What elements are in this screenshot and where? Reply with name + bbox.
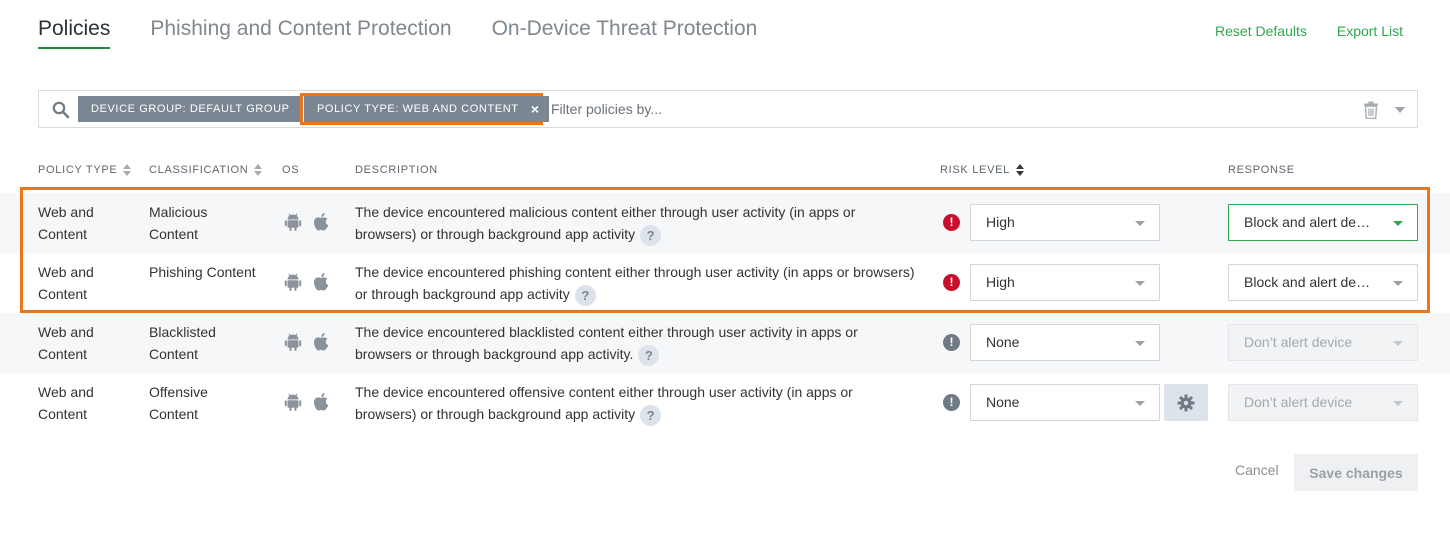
column-header-policy-type[interactable]: POLICY TYPE (38, 164, 132, 176)
policy-type-cell: Web and Content (38, 204, 94, 242)
sort-icon[interactable] (1015, 164, 1025, 176)
column-header-classification[interactable]: CLASSIFICATION (149, 164, 263, 176)
tab-policies[interactable]: Policies (38, 17, 111, 49)
column-header-label: CLASSIFICATION (149, 164, 249, 176)
table-row: Web and Content Phishing Content The dev… (0, 253, 1450, 313)
response-select[interactable]: Block and alert device (1228, 204, 1418, 241)
column-header-risk-level[interactable]: RISK LEVEL (940, 164, 1025, 176)
filter-input[interactable] (551, 96, 1331, 122)
tab-bar: Policies Phishing and Content Protection… (38, 17, 797, 49)
risk-level-value: High (986, 214, 1015, 230)
risk-level-select[interactable]: High (970, 264, 1160, 301)
response-value: Block and alert device (1244, 274, 1381, 290)
response-value: Don’t alert device (1244, 334, 1353, 350)
top-actions: Reset Defaults Export List (1185, 23, 1403, 39)
risk-level-value: High (986, 274, 1015, 290)
description-cell: The device encountered malicious content… (355, 201, 915, 246)
risk-level-select[interactable]: None (970, 324, 1160, 361)
reset-defaults-link[interactable]: Reset Defaults (1215, 23, 1307, 39)
gear-icon (1177, 394, 1195, 412)
table-row: Web and Content Blacklisted Content The … (0, 313, 1450, 373)
column-header-label: POLICY TYPE (38, 164, 118, 176)
column-header-label: RESPONSE (1228, 164, 1295, 176)
apple-icon (314, 273, 329, 291)
help-icon[interactable]: ? (640, 224, 662, 246)
classification-cell: Offensive Content (149, 384, 208, 422)
tab-on-device-threat-protection[interactable]: On-Device Threat Protection (492, 17, 758, 49)
column-header-label: RISK LEVEL (940, 164, 1010, 176)
apple-icon (314, 393, 329, 411)
filter-chip-device-group: DEVICE GROUP: DEFAULT GROUP (78, 96, 303, 122)
os-cell (284, 272, 340, 292)
risk-level-value: None (986, 334, 1020, 350)
tab-phishing-content-protection[interactable]: Phishing and Content Protection (150, 17, 451, 49)
filter-chip-label: POLICY TYPE: WEB AND CONTENT (317, 103, 519, 115)
help-icon[interactable]: ? (640, 404, 662, 426)
column-header-response: RESPONSE (1228, 164, 1295, 176)
filter-chip-policy-type: POLICY TYPE: WEB AND CONTENT × (304, 96, 549, 122)
policy-type-cell: Web and Content (38, 264, 94, 302)
description-text: The device encountered phishing content … (355, 264, 915, 302)
risk-high-icon: ! (943, 214, 960, 231)
chevron-down-icon (1393, 341, 1403, 346)
description-cell: The device encountered blacklisted conte… (355, 321, 915, 366)
risk-level-select[interactable]: High (970, 204, 1160, 241)
apple-icon (314, 333, 329, 351)
chevron-down-icon (1393, 281, 1403, 286)
policy-type-cell: Web and Content (38, 324, 94, 362)
android-icon (284, 213, 302, 231)
risk-level-value: None (986, 394, 1020, 410)
os-cell (284, 212, 340, 232)
os-cell (284, 392, 340, 412)
android-icon (284, 273, 302, 291)
risk-high-icon: ! (943, 274, 960, 291)
chevron-down-icon (1135, 401, 1145, 406)
save-changes-button[interactable]: Save changes (1294, 454, 1418, 491)
android-icon (284, 333, 302, 351)
help-icon[interactable]: ? (638, 344, 660, 366)
chevron-down-icon (1135, 221, 1145, 226)
chevron-down-icon[interactable] (1395, 107, 1405, 113)
classification-cell: Phishing Content (149, 264, 256, 280)
response-value: Don’t alert device (1244, 394, 1353, 410)
cancel-button[interactable]: Cancel (1235, 462, 1279, 478)
description-cell: The device encountered phishing content … (355, 261, 915, 306)
chevron-down-icon (1393, 221, 1403, 226)
classification-cell: Malicious Content (149, 204, 208, 242)
chevron-down-icon (1393, 401, 1403, 406)
risk-level-select[interactable]: None (970, 384, 1160, 421)
risk-none-icon: ! (943, 394, 960, 411)
android-icon (284, 393, 302, 411)
chip-remove-icon[interactable]: × (531, 96, 540, 122)
policy-type-cell: Web and Content (38, 384, 94, 422)
apple-icon (314, 213, 329, 231)
filter-bar: DEVICE GROUP: DEFAULT GROUP POLICY TYPE:… (38, 90, 1418, 128)
response-value: Block and alert device (1244, 214, 1381, 230)
column-header-os: OS (282, 164, 299, 176)
settings-button[interactable] (1164, 384, 1208, 421)
description-text: The device encountered offensive content… (355, 384, 853, 422)
table-row: Web and Content Offensive Content The de… (0, 373, 1450, 433)
chevron-down-icon (1135, 281, 1145, 286)
sort-icon[interactable] (254, 164, 263, 176)
column-header-label: OS (282, 164, 300, 176)
classification-cell: Blacklisted Content (149, 324, 216, 362)
column-header-label: DESCRIPTION (355, 164, 438, 176)
table-row: Web and Content Malicious Content The de… (0, 193, 1450, 253)
export-list-link[interactable]: Export List (1337, 23, 1403, 39)
description-text: The device encountered malicious content… (355, 204, 856, 242)
help-icon[interactable]: ? (574, 284, 596, 306)
os-cell (284, 332, 340, 352)
response-select: Don’t alert device (1228, 384, 1418, 421)
column-header-description: DESCRIPTION (355, 164, 438, 176)
chevron-down-icon (1135, 341, 1145, 346)
sort-icon[interactable] (123, 164, 132, 176)
search-icon (52, 101, 70, 119)
description-text: The device encountered blacklisted conte… (355, 324, 858, 362)
risk-none-icon: ! (943, 334, 960, 351)
response-select: Don’t alert device (1228, 324, 1418, 361)
response-select[interactable]: Block and alert device (1228, 264, 1418, 301)
description-cell: The device encountered offensive content… (355, 381, 915, 426)
trash-icon[interactable] (1363, 101, 1379, 119)
